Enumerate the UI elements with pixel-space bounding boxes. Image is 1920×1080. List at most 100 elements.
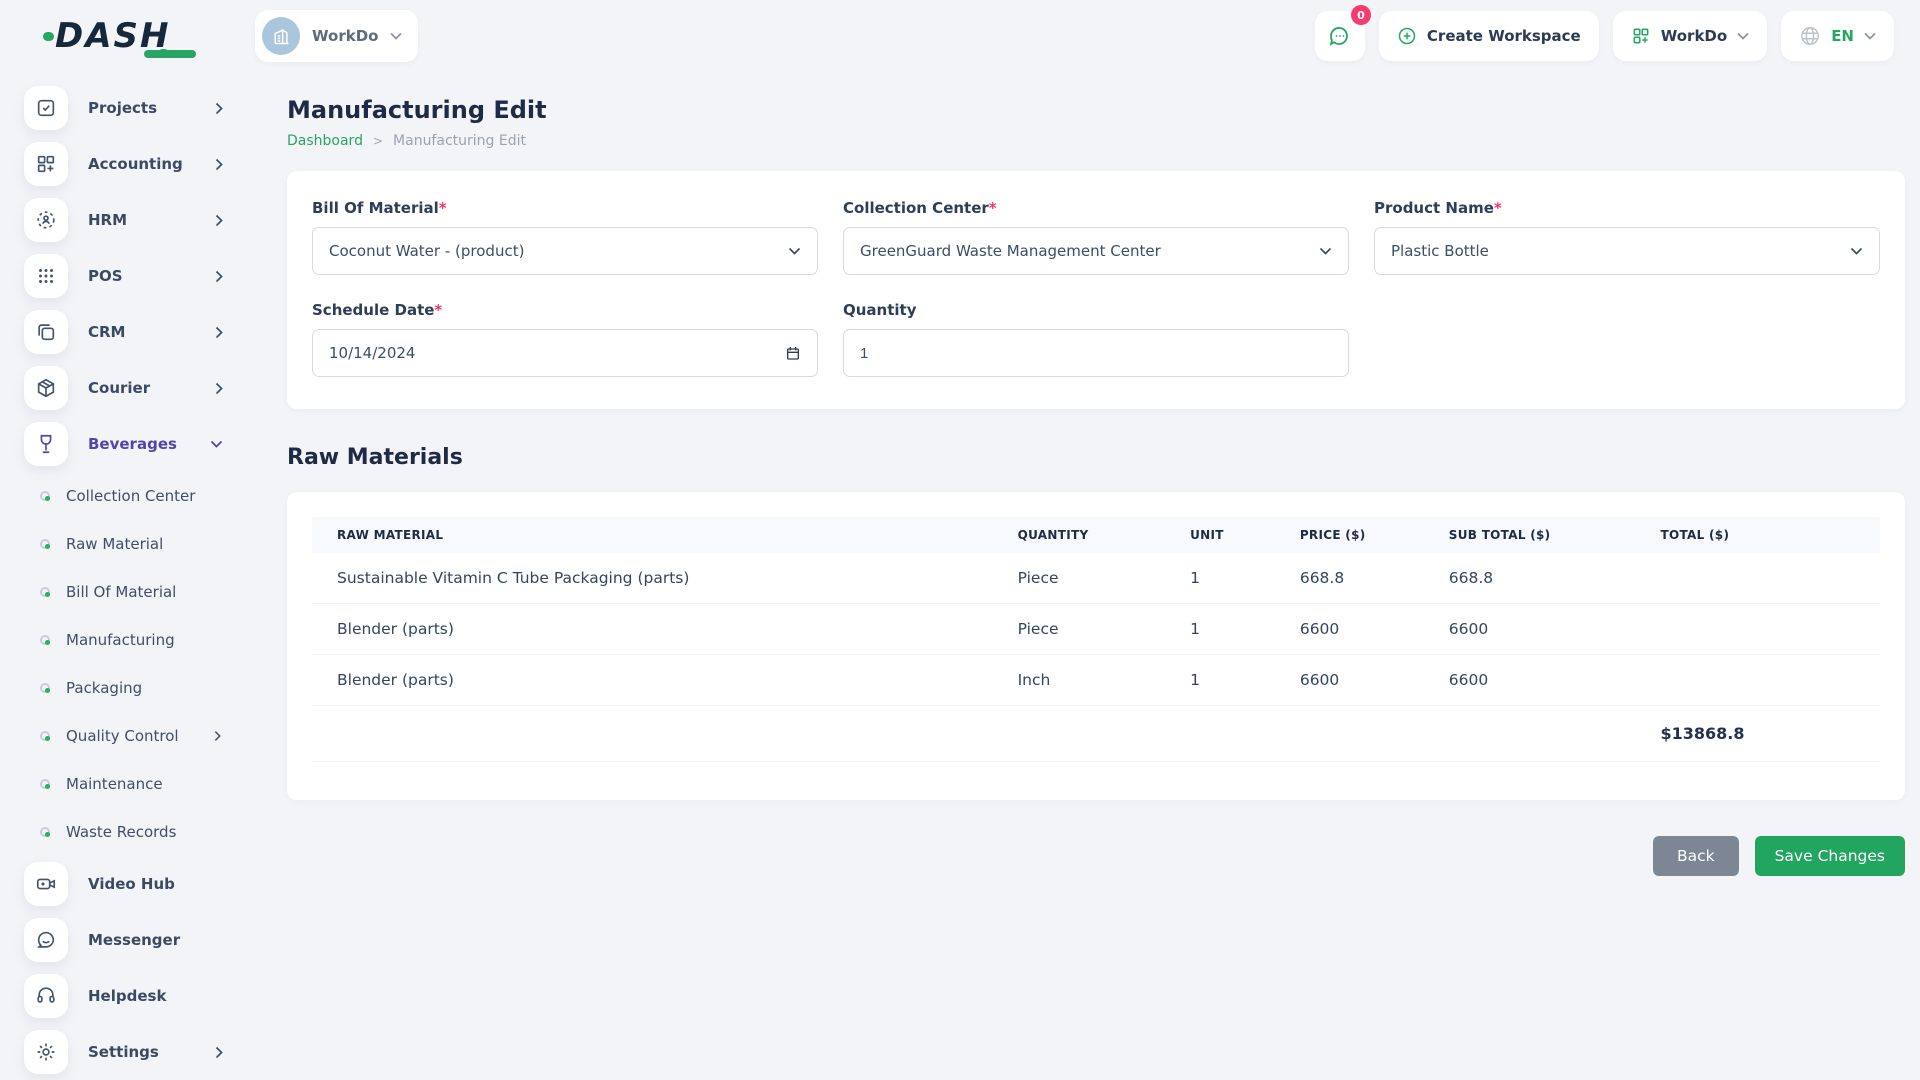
bill-of-material-select[interactable]: Coconut Water - (product) [312, 227, 818, 275]
field-schedule-date: Schedule Date* 10/14/2024 [312, 301, 818, 377]
chevron-right-icon [215, 102, 223, 115]
cell-price: 6600 [1300, 655, 1449, 706]
user-scan-icon [35, 209, 57, 231]
package-icon [35, 377, 57, 399]
app-logo[interactable]: DASH [0, 19, 255, 53]
cell-unit: 1 [1190, 655, 1300, 706]
logo-dash-accent [144, 50, 196, 58]
col-total: TOTAL ($) [1660, 517, 1880, 553]
field-quantity: Quantity [843, 301, 1349, 377]
create-workspace-label: Create Workspace [1427, 27, 1581, 45]
required-asterisk: * [434, 301, 442, 319]
chevron-down-icon [390, 32, 402, 40]
sidebar-item-beverages[interactable]: Beverages [0, 416, 255, 472]
bullet-icon [40, 827, 50, 837]
sidebar-subitem-packaging[interactable]: Packaging [0, 664, 255, 712]
sidebar-item-hrm[interactable]: HRM [0, 192, 255, 248]
bullet-icon [40, 587, 50, 597]
dots-grid-icon [35, 265, 57, 287]
chevron-right-icon [215, 214, 223, 227]
workspace-selector[interactable]: WorkDo [255, 10, 418, 62]
workspace-name: WorkDo [312, 27, 378, 45]
message-icon [35, 929, 57, 951]
workspace-menu-button[interactable]: WorkDo [1613, 11, 1767, 61]
chat-bubble-icon [1328, 24, 1352, 48]
sidebar-item-label: Beverages [88, 435, 177, 453]
chevron-down-icon [788, 247, 801, 255]
sidebar-item-label: Video Hub [88, 875, 175, 893]
sidebar-subitem-raw-material[interactable]: Raw Material [0, 520, 255, 568]
workspace-avatar [262, 17, 300, 55]
chevron-right-icon [215, 158, 223, 171]
sidebar-subitem-quality-control[interactable]: Quality Control [0, 712, 255, 760]
sidebar-item-accounting[interactable]: Accounting [0, 136, 255, 192]
sidebar-item-messenger[interactable]: Messenger [0, 912, 255, 968]
sidebar-item-video-hub[interactable]: Video Hub [0, 856, 255, 912]
cell-sub-total: 668.8 [1449, 553, 1661, 604]
cell-price: 668.8 [1300, 553, 1449, 604]
messages-button[interactable]: 0 [1315, 11, 1365, 61]
sidebar-subitem-manufacturing[interactable]: Manufacturing [0, 616, 255, 664]
sidebar: Projects Accounting HRM POS CRM Courier [0, 72, 255, 1080]
sidebar-subitem-bill-of-material[interactable]: Bill Of Material [0, 568, 255, 616]
breadcrumb: Dashboard > Manufacturing Edit [287, 133, 1905, 149]
save-changes-button[interactable]: Save Changes [1755, 836, 1905, 876]
sidebar-item-label: Accounting [88, 155, 183, 173]
sidebar-subitem-waste-records[interactable]: Waste Records [0, 808, 255, 856]
grand-total-value: $13868.8 [1660, 706, 1880, 762]
required-asterisk: * [439, 199, 447, 217]
cell-price: 6600 [1300, 604, 1449, 655]
sidebar-subitem-label: Bill Of Material [66, 583, 176, 601]
sidebar-item-crm[interactable]: CRM [0, 304, 255, 360]
grid-plus-icon [35, 153, 57, 175]
sidebar-item-settings[interactable]: Settings [0, 1024, 255, 1080]
breadcrumb-current: Manufacturing Edit [393, 133, 526, 149]
cell-material: Blender (parts) [312, 655, 1018, 706]
bullet-icon [40, 635, 50, 645]
schedule-date-value: 10/14/2024 [329, 344, 785, 362]
quantity-input[interactable] [843, 329, 1349, 377]
language-selector[interactable]: EN [1781, 11, 1894, 61]
logo-text: DASH [55, 19, 170, 53]
sidebar-item-pos[interactable]: POS [0, 248, 255, 304]
sidebar-item-label: Courier [88, 379, 150, 397]
breadcrumb-dashboard-link[interactable]: Dashboard [287, 133, 363, 149]
sidebar-item-helpdesk[interactable]: Helpdesk [0, 968, 255, 1024]
cell-quantity: Piece [1018, 604, 1190, 655]
sidebar-item-label: Helpdesk [88, 987, 166, 1005]
page-title: Manufacturing Edit [287, 96, 1905, 124]
video-camera-icon [35, 873, 57, 895]
sidebar-subitem-collection-center[interactable]: Collection Center [0, 472, 255, 520]
col-sub-total: SUB TOTAL ($) [1449, 517, 1661, 553]
cell-sub-total: 6600 [1449, 604, 1661, 655]
sidebar-item-courier[interactable]: Courier [0, 360, 255, 416]
chevron-down-icon [210, 440, 223, 448]
create-workspace-button[interactable]: Create Workspace [1379, 11, 1599, 61]
sidebar-subitem-label: Quality Control [66, 727, 179, 745]
cell-total [1660, 553, 1880, 604]
chevron-right-icon [214, 730, 221, 742]
cell-material: Sustainable Vitamin C Tube Packaging (pa… [312, 553, 1018, 604]
product-name-select[interactable]: Plastic Bottle [1374, 227, 1880, 275]
bill-of-material-value: Coconut Water - (product) [329, 242, 788, 260]
cell-quantity: Inch [1018, 655, 1190, 706]
gear-icon [35, 1041, 57, 1063]
table-header-row: RAW MATERIAL QUANTITY UNIT PRICE ($) SUB… [312, 517, 1880, 553]
sidebar-subitem-maintenance[interactable]: Maintenance [0, 760, 255, 808]
plus-circle-icon [1397, 26, 1417, 46]
sidebar-subitem-label: Maintenance [66, 775, 163, 793]
back-button[interactable]: Back [1653, 836, 1739, 876]
bullet-icon [40, 779, 50, 789]
table-row: Blender (parts) Inch 1 6600 6600 [312, 655, 1880, 706]
cell-unit: 1 [1190, 553, 1300, 604]
sidebar-subitem-label: Packaging [66, 679, 142, 697]
raw-materials-card: RAW MATERIAL QUANTITY UNIT PRICE ($) SUB… [287, 492, 1905, 800]
globe-icon [1799, 25, 1821, 47]
product-name-value: Plastic Bottle [1391, 242, 1850, 260]
bill-of-material-label: Bill Of Material [312, 199, 439, 217]
building-icon [271, 26, 291, 46]
chevron-right-icon [215, 326, 223, 339]
sidebar-item-projects[interactable]: Projects [0, 80, 255, 136]
schedule-date-input[interactable]: 10/14/2024 [312, 329, 818, 377]
collection-center-select[interactable]: GreenGuard Waste Management Center [843, 227, 1349, 275]
